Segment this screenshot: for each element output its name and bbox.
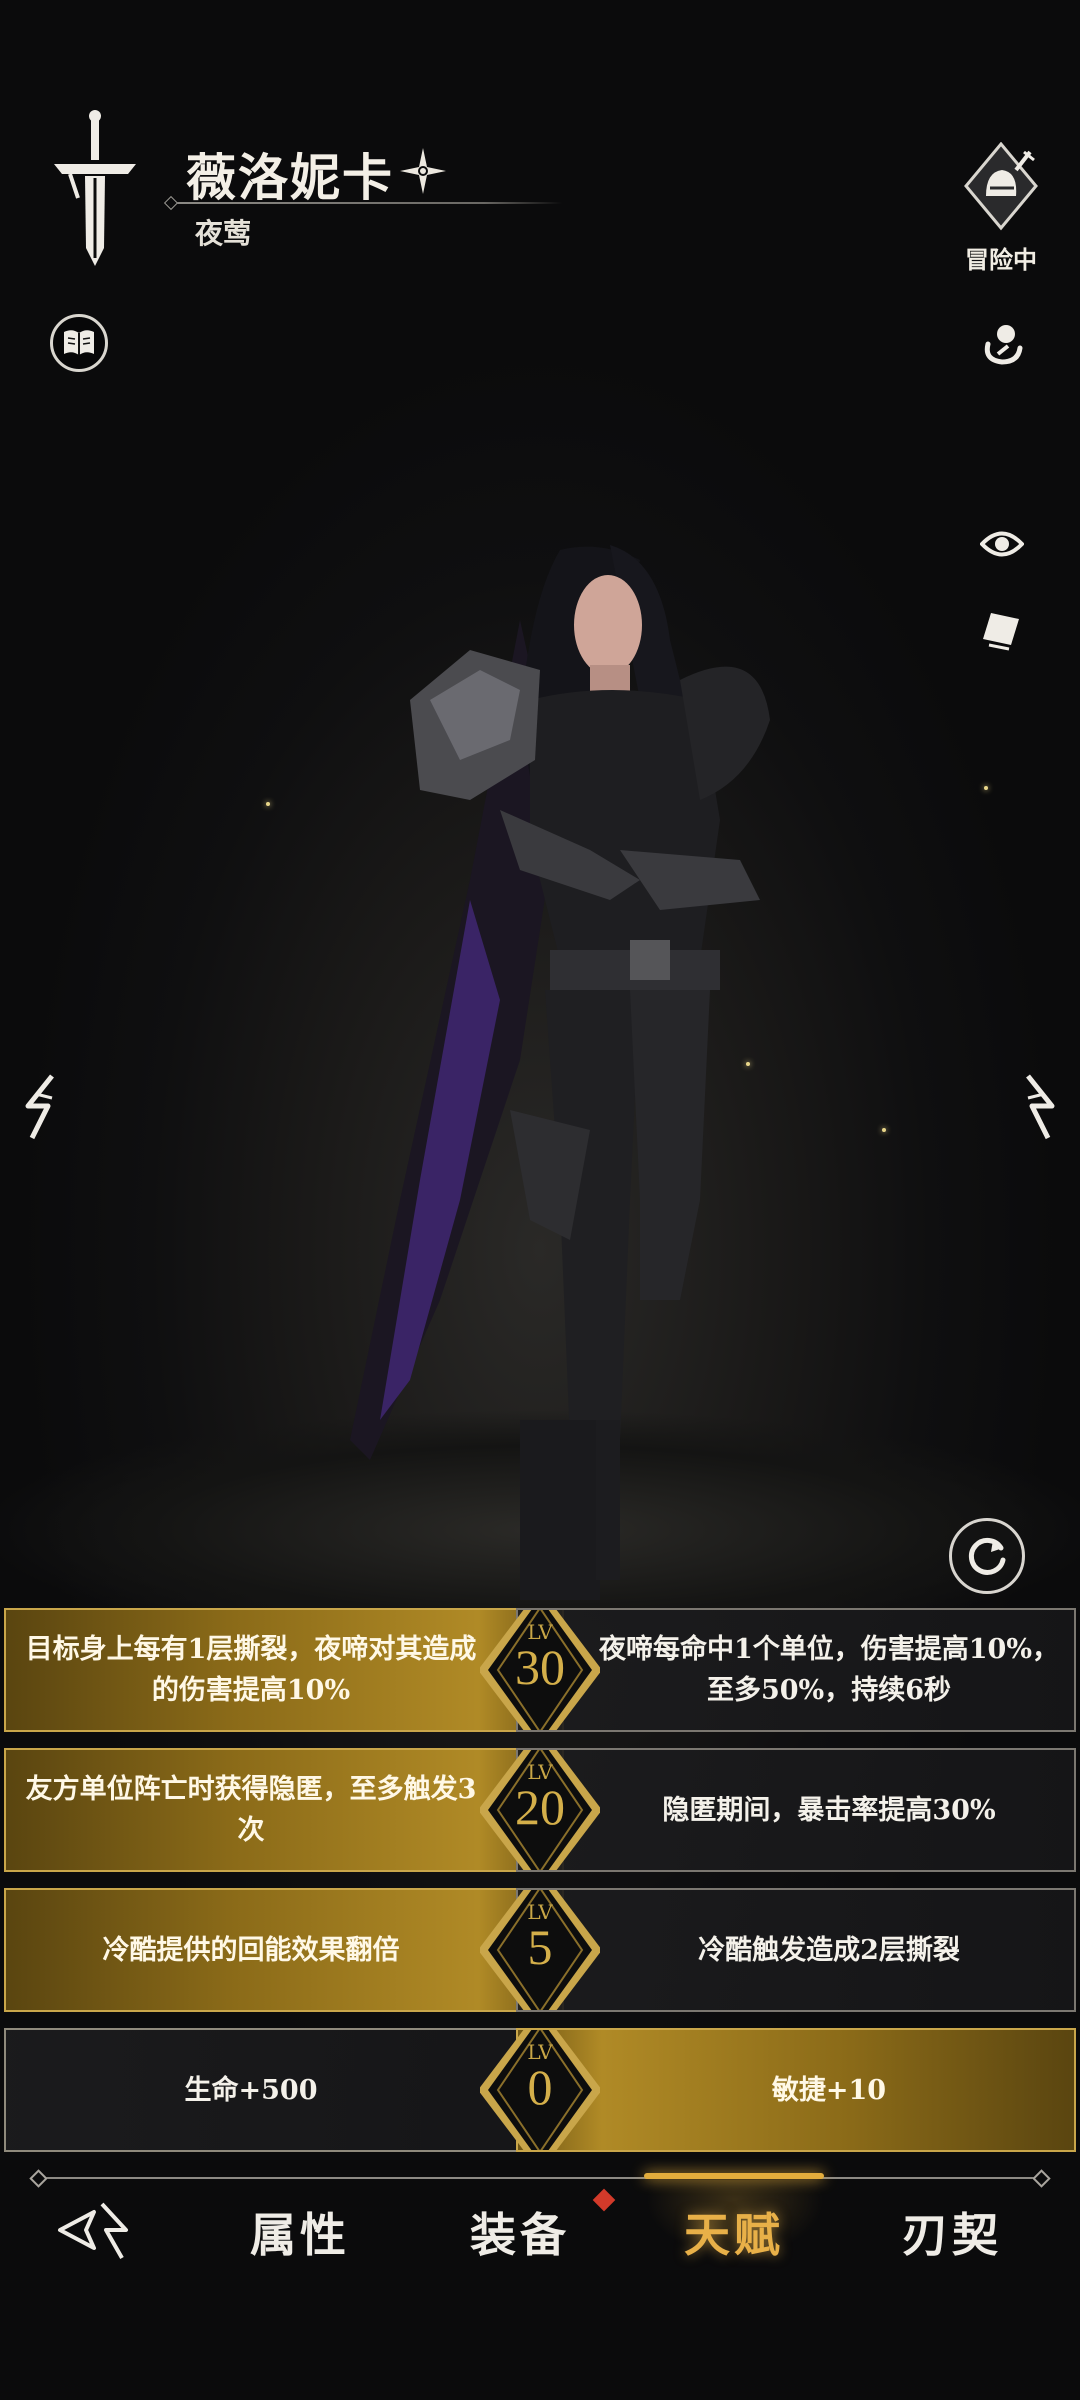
- lore-book-button[interactable]: [50, 314, 108, 372]
- level-number: 30: [515, 1639, 565, 1695]
- tab-blade-pact[interactable]: 刃契: [882, 2192, 1022, 2272]
- talent-option-right[interactable]: 冷酷触发造成2层撕裂: [516, 1888, 1076, 2012]
- talent-text: 冷酷提供的回能效果翻倍: [102, 1934, 400, 1966]
- status-label: 冒险中: [965, 245, 1037, 274]
- talent-row-lv20: 友方单位阵亡时获得隐匿，至多触发3次 隐匿期间，暴击率提高30% LV 20: [4, 1748, 1076, 1872]
- talent-text: 夜啼每命中1个单位，伤害提高10%，至多50%，持续6秒: [598, 1634, 1059, 1706]
- talent-text: 冷酷触发造成2层撕裂: [698, 1934, 960, 1966]
- talent-row-lv5: 冷酷提供的回能效果翻倍 冷酷触发造成2层撕裂 LV 5: [4, 1888, 1076, 2012]
- knight-helmet-badge-icon: [964, 142, 1038, 231]
- level-number: 0: [527, 2059, 553, 2115]
- talent-option-right[interactable]: 夜啼每命中1个单位，伤害提高10%，至多50%，持续6秒: [516, 1608, 1076, 1732]
- hero-class: 夜莺: [195, 217, 252, 250]
- nav-divider: [36, 2177, 1044, 2179]
- talent-text: 生命+500: [184, 2074, 318, 2106]
- talent-text: 敏捷+10: [771, 2074, 887, 2106]
- skin-palette-icon: [984, 325, 1023, 365]
- talent-text: 隐匿期间，暴击率提高30%: [662, 1794, 996, 1826]
- talent-option-right[interactable]: 隐匿期间，暴击率提高30%: [516, 1748, 1076, 1872]
- adventure-status[interactable]: 冒险中: [948, 142, 1054, 274]
- four-point-star-icon: [400, 148, 446, 194]
- dagger-icon: [54, 110, 136, 266]
- tab-equipment[interactable]: 装备: [450, 2192, 590, 2272]
- talent-text: 友方单位阵亡时获得隐匿，至多触发3次: [25, 1774, 477, 1846]
- active-tab-indicator: [644, 2173, 824, 2179]
- bottom-nav: 属性 装备 天赋 刃契: [0, 2184, 1080, 2284]
- card-icon: [983, 613, 1019, 651]
- talent-row-lv30: 目标身上每有1层撕裂，夜啼对其造成的伤害提高10% 夜啼每命中1个单位，伤害提高…: [4, 1608, 1076, 1732]
- level-badge: LV 0: [480, 2006, 600, 2174]
- prev-hero-arrow-icon[interactable]: [18, 1072, 64, 1142]
- book-icon: [64, 330, 94, 355]
- view-button[interactable]: [974, 516, 1030, 572]
- hero-name: 薇洛妮卡: [186, 148, 394, 207]
- back-logo-icon[interactable]: [56, 2198, 138, 2262]
- level-number: 5: [527, 1919, 553, 1975]
- talent-text: 目标身上每有1层撕裂，夜啼对其造成的伤害提高10%: [25, 1634, 477, 1706]
- eye-icon: [980, 531, 1024, 557]
- talent-option-right[interactable]: 敏捷+10: [516, 2028, 1076, 2152]
- name-divider: [172, 202, 562, 204]
- card-button[interactable]: [974, 600, 1030, 656]
- hero-character-model[interactable]: [0, 0, 1080, 1640]
- tab-attributes[interactable]: 属性: [230, 2192, 370, 2272]
- reset-talents-button[interactable]: [949, 1518, 1025, 1594]
- refresh-icon: [968, 1537, 1006, 1575]
- skin-button[interactable]: [974, 314, 1030, 370]
- level-number: 20: [515, 1779, 565, 1835]
- talent-row-lv0: 生命+500 敏捷+10 LV 0: [4, 2028, 1076, 2152]
- next-hero-arrow-icon[interactable]: [1016, 1072, 1062, 1142]
- tab-talents[interactable]: 天赋: [664, 2192, 804, 2272]
